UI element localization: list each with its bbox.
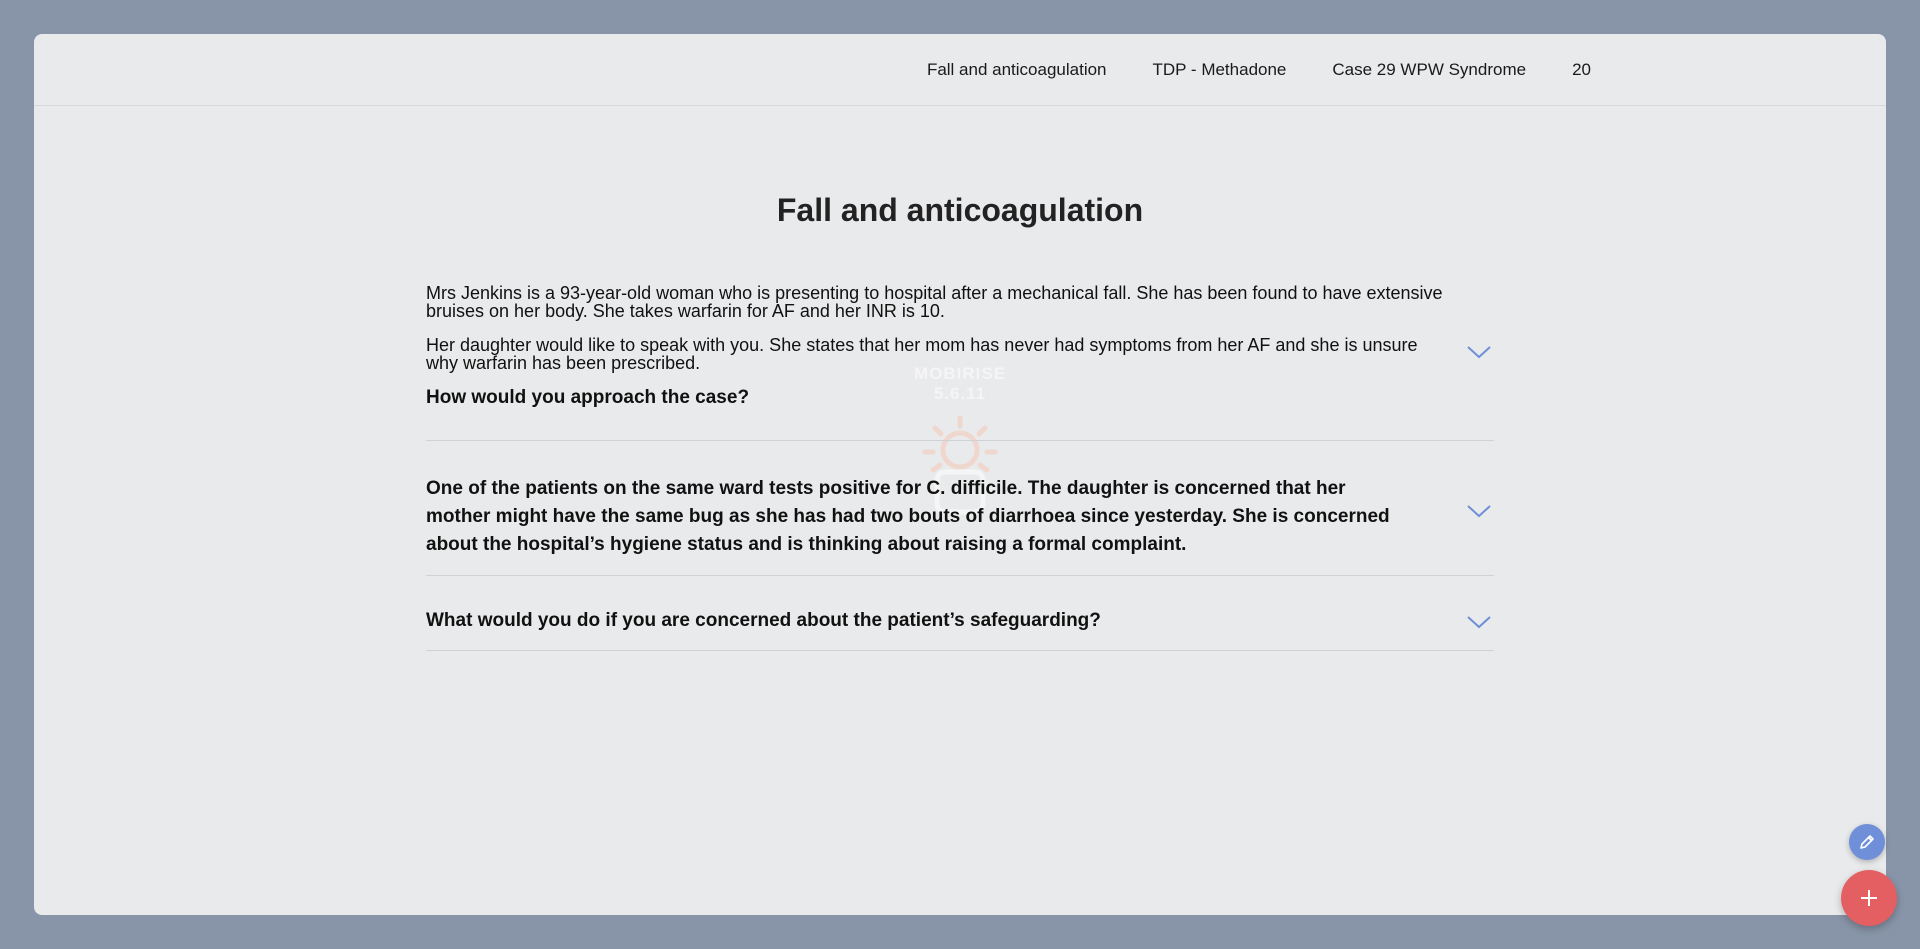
accordion-question: What would you do if you are concerned a…	[426, 610, 1101, 631]
top-navbar: Fall and anticoagulation TDP - Methadone…	[34, 34, 1886, 106]
accordion-item-approach[interactable]: Mrs Jenkins is a 93-year-old woman who i…	[426, 284, 1494, 441]
add-fab-button[interactable]	[1841, 870, 1897, 926]
case-content: Mrs Jenkins is a 93-year-old woman who i…	[426, 284, 1494, 651]
accordion-question: How would you approach the case?	[426, 387, 750, 408]
chevron-down-icon[interactable]	[1466, 503, 1492, 519]
nav-link-case-29-wpw-syndrome[interactable]: Case 29 WPW Syndrome	[1332, 60, 1526, 80]
accordion-item-c-difficile[interactable]: One of the patients on the same ward tes…	[426, 441, 1494, 576]
accordion-item-safeguarding[interactable]: What would you do if you are concerned a…	[426, 576, 1494, 651]
edit-fab-button[interactable]	[1849, 824, 1885, 860]
nav-link-fall-and-anticoagulation[interactable]: Fall and anticoagulation	[927, 60, 1107, 80]
app-window: Fall and anticoagulation TDP - Methadone…	[34, 34, 1886, 915]
pencil-icon	[1860, 835, 1874, 849]
case-paragraph: Mrs Jenkins is a 93-year-old woman who i…	[426, 283, 1443, 321]
case-paragraph: Her daughter would like to speak with yo…	[426, 335, 1418, 373]
chevron-down-icon[interactable]	[1466, 344, 1492, 360]
plus-icon	[1861, 890, 1877, 906]
nav-link-tdp-methadone[interactable]: TDP - Methadone	[1153, 60, 1287, 80]
case-description: Mrs Jenkins is a 93-year-old woman who i…	[426, 284, 1494, 372]
page-title: Fall and anticoagulation	[776, 192, 1144, 228]
nav-link-20[interactable]: 20	[1572, 60, 1591, 80]
chevron-down-icon[interactable]	[1466, 614, 1492, 630]
accordion-question: One of the patients on the same ward tes…	[426, 478, 1390, 555]
